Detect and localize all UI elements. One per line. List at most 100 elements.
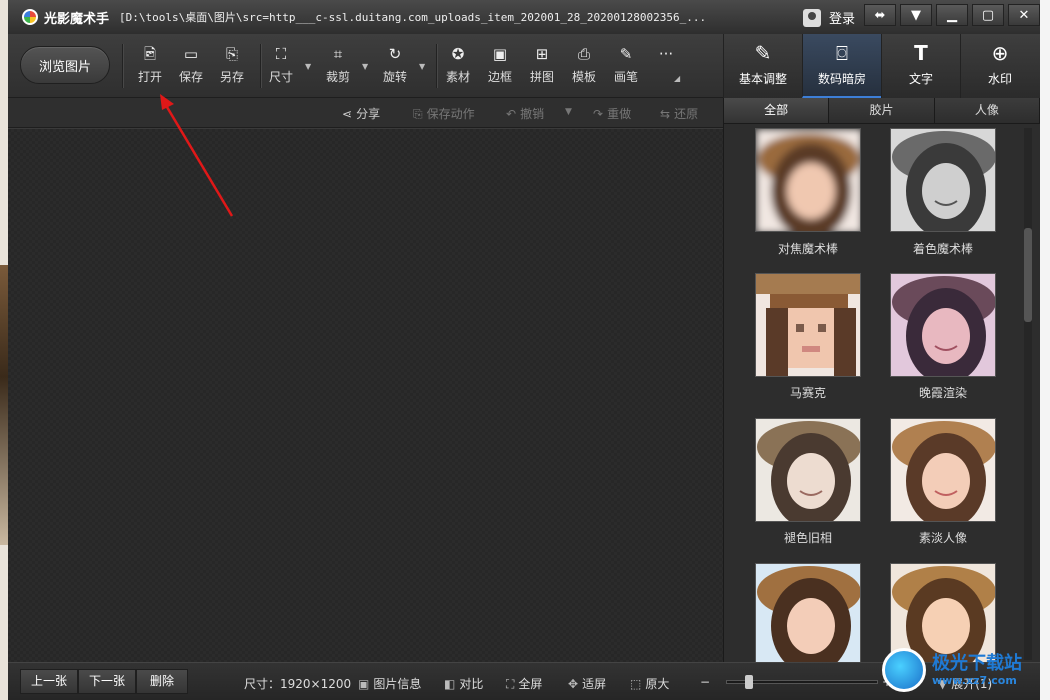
prev-image-button[interactable]: 上一张 [20,669,79,694]
zoom-slider[interactable] [726,675,878,689]
border-button[interactable]: ▣ 边框 [480,46,520,85]
filter-thumb-focus[interactable] [755,128,861,232]
save-button[interactable]: ▭ 保存 [171,46,211,85]
rotate-dropdown-icon[interactable]: ▼ [419,62,425,71]
delete-button[interactable]: 删除 [136,669,189,694]
tab-basic-adjust[interactable]: ✎ 基本调整 [723,34,802,98]
portrait-thumbnail [756,274,860,376]
scrollbar-thumb[interactable] [1024,228,1032,322]
filter-thumb-sunset[interactable] [890,273,996,377]
save-action-button[interactable]: ⎘ 保存动作 [413,105,475,122]
filter-thumb-7[interactable] [755,563,861,662]
filter-thumb-colorize[interactable] [890,128,996,232]
fit-screen-icon: ✥ [568,677,579,691]
zoom-slider-handle[interactable] [745,675,753,689]
restore-button[interactable]: ⇆ 还原 [660,105,698,122]
panel-tabs: ✎ 基本调整 ⌼ 数码暗房 T 文字 ⊕ 水印 [723,34,1040,98]
crop-button[interactable]: ⌗ 裁剪 [318,46,358,85]
close-icon[interactable]: ✕ [1008,4,1040,26]
desktop-photo-strip [0,265,8,545]
filter-tab-all[interactable]: 全部 [724,98,830,123]
crop-icon: ⌗ [333,45,343,63]
more-button[interactable]: ··· [646,46,686,68]
image-info-label: 图片信息 [373,677,422,691]
save-as-button[interactable]: ⎘ 另存 [212,46,252,85]
resize-button[interactable]: ⛶ 尺寸 [261,46,301,85]
compare-icon: ◧ [444,677,456,691]
fullscreen-button[interactable]: ⛶ 全屏 [506,675,542,692]
login-button[interactable]: 登录 [803,8,855,27]
undo-button[interactable]: ↶ 撤销 [506,105,544,122]
template-button[interactable]: ⎙ 模板 [564,46,604,85]
filter-tab-portrait[interactable]: 人像 [934,98,1040,123]
rotate-button[interactable]: ↻ 旋转 [375,46,415,85]
text-icon: T [914,41,928,65]
tab-watermark[interactable]: ⊕ 水印 [960,34,1039,98]
filter-thumb-plain-portrait[interactable] [890,418,996,522]
fullscreen-icon: ⛶ [506,677,515,691]
maximize-icon[interactable]: ▢ [972,4,1004,26]
filter-label: 晚霞渲染 [918,386,967,400]
filter-tab-film[interactable]: 胶片 [829,98,935,123]
image-canvas[interactable] [8,129,723,662]
collage-label: 拼图 [529,70,554,84]
next-image-button[interactable]: 下一张 [78,669,137,694]
zoom-out-button[interactable]: − [700,675,710,689]
tab-label: 基本调整 [738,72,787,86]
image-size: 尺寸：1920×1200 [244,677,352,691]
login-label: 登录 [829,12,856,27]
material-button[interactable]: ✪ 素材 [438,46,478,85]
watermark-url: www.xz7.com [932,673,1017,687]
open-button[interactable]: 🖻 打开 [130,46,170,85]
crop-label: 裁剪 [325,70,350,84]
undo-label: 撤销 [520,107,545,121]
fit-screen-button[interactable]: ✥ 适屏 [568,675,606,692]
app-logo-icon [22,9,38,25]
filter-label: 对焦魔术棒 [777,242,838,256]
open-label: 打开 [137,70,162,84]
save-as-icon: ⎘ [225,45,238,63]
tab-text[interactable]: T 文字 [881,34,960,98]
tab-label: 文字 [908,72,933,86]
restore-icon: ⇆ [660,107,671,121]
save-as-label: 另存 [219,70,244,84]
more-icon: ··· [658,45,674,63]
filter-label: 素淡人像 [918,531,967,545]
resize-dropdown-icon[interactable]: ▼ [305,62,311,71]
resize-icon: ⛶ [275,45,287,63]
app-name: 光影魔术手 [44,11,110,27]
brush-button[interactable]: ✎ 画笔 [606,46,646,85]
window-controls: ⬌ ▼ ▁ ▢ ✕ [864,4,1040,26]
filter-label: 马赛克 [789,386,826,400]
resize-label: 尺寸 [268,70,293,84]
filter-thumb-faded[interactable] [755,418,861,522]
annotation-arrow [160,94,234,217]
share-label: 分享 [356,107,381,121]
crop-dropdown-icon[interactable]: ▼ [362,62,368,71]
share-button[interactable]: ⋖ 分享 [342,105,380,122]
redo-button[interactable]: ↷ 重做 [593,105,631,122]
minimize-icon[interactable]: ▁ [936,4,968,26]
watermark-text: 极光下载站 www.xz7.com [932,653,1022,687]
redo-label: 重做 [607,107,632,121]
toolbar-divider [122,44,123,88]
filter-scrollbar[interactable] [1024,128,1032,660]
undo-dropdown-icon[interactable]: ▼ [565,107,572,117]
action-bar: ⋖ 分享 ⎘ 保存动作 ↶ 撤销 ▼ ↷ 重做 ⇆ 还原 [8,98,723,128]
adjust-icon: ✎ [754,41,772,65]
skin-icon[interactable]: ⬌ [864,4,896,26]
filter-category-tabs: 全部 胶片 人像 [724,98,1040,124]
watermark-icon: ⊕ [991,41,1009,65]
brush-label: 画笔 [613,70,638,84]
collage-button[interactable]: ⊞ 拼图 [522,46,562,85]
filter-thumb-mosaic[interactable] [755,273,861,377]
browse-images-button[interactable]: 浏览图片 [20,46,110,84]
portrait-thumbnail [891,419,995,521]
more-dropdown-icon[interactable]: ◢ [674,74,680,83]
save-action-icon: ⎘ [413,107,423,121]
tab-digital-darkroom[interactable]: ⌼ 数码暗房 [802,34,881,98]
original-size-button[interactable]: ⬚ 原大 [630,675,669,692]
menu-dropdown-icon[interactable]: ▼ [900,4,932,26]
compare-button[interactable]: ◧ 对比 [444,675,483,692]
image-info-button[interactable]: ▣ 图片信息 [358,675,421,692]
